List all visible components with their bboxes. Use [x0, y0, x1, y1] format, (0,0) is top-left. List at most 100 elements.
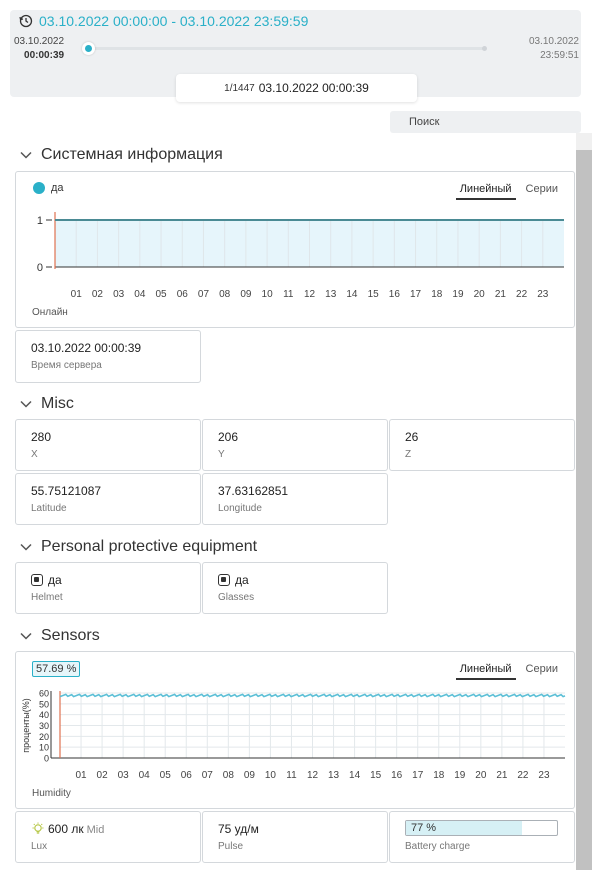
longitude-card: 37.63162851 Longitude	[202, 473, 388, 525]
helmet-status: да	[31, 573, 62, 587]
section-ppe[interactable]: Personal protective equipment	[19, 538, 257, 556]
x-tick-label: 14	[349, 770, 361, 781]
x-tick-label: 08	[223, 770, 235, 781]
x-tick-label: 02	[92, 289, 104, 300]
longitude-value: 37.63162851	[218, 484, 289, 498]
x-tick-label: 22	[516, 289, 528, 300]
x-tick-label: 18	[431, 289, 443, 300]
x-tick-label: 13	[328, 770, 340, 781]
timeline-slider-track[interactable]	[88, 47, 486, 50]
scrollbar-thumb[interactable]	[576, 150, 592, 870]
section-title: Sensors	[41, 627, 100, 644]
section-title: Misc	[41, 395, 74, 412]
x-tick-label: 17	[412, 770, 424, 781]
chevron-down-icon	[20, 151, 32, 159]
misc-y-card: 206 Y	[202, 419, 388, 471]
frame-counter: 1/1447	[224, 82, 255, 94]
lux-label: Lux	[31, 841, 48, 852]
checkbox-icon	[31, 574, 43, 586]
latitude-value: 55.75121087	[31, 484, 102, 498]
humidity-chart-plot: 605040302010001 02 03 04 05 06 07 08 09 10 11 12 13 1…	[21, 689, 566, 781]
x-tick-label: 10	[265, 770, 277, 781]
y-tick-label: 1	[37, 215, 43, 227]
server-time-value: 03.10.2022 00:00:39	[31, 341, 142, 355]
battery-value: 77 %	[411, 822, 437, 834]
misc-x-value: 280	[31, 430, 52, 444]
x-tick-label: 08	[219, 289, 231, 300]
chevron-down-icon	[20, 400, 32, 408]
section-sensors[interactable]: Sensors	[19, 627, 100, 645]
y-tick-label: 20	[39, 732, 49, 742]
battery-label: Battery charge	[405, 841, 471, 852]
y-tick-label: 0	[44, 754, 49, 764]
x-tick-label: 07	[202, 770, 214, 781]
x-tick-label: 03	[113, 289, 125, 300]
x-tick-label: 05	[155, 289, 167, 300]
lux-status: 600 лк Mid	[31, 822, 104, 836]
x-tick-label: 01	[75, 770, 87, 781]
glasses-card: да Glasses	[202, 562, 388, 614]
section-title: Системная информация	[41, 146, 223, 163]
misc-z-value: 26	[405, 430, 419, 444]
x-tick-label: 21	[495, 289, 507, 300]
timeline-slider-handle[interactable]	[82, 42, 95, 55]
section-system-info[interactable]: Системная информация	[19, 146, 223, 164]
range-start-time: 00:00:39	[24, 50, 65, 61]
misc-z-label: Z	[405, 449, 412, 460]
lux-card: 600 лк Mid Lux	[15, 811, 201, 863]
history-icon	[19, 14, 33, 28]
y-tick-label: 30	[39, 721, 49, 731]
y-tick-label: 10	[39, 743, 49, 753]
glasses-status: да	[218, 573, 249, 587]
x-tick-label: 09	[244, 770, 256, 781]
frame-timestamp: 03.10.2022 00:00:39	[258, 81, 369, 95]
range-end-label: 03.10.2022 23:59:51	[529, 35, 579, 63]
timeline-slider-end	[482, 46, 487, 51]
battery-card: 77 % Battery charge	[389, 811, 575, 863]
x-tick-label: 16	[391, 770, 403, 781]
x-tick-label: 11	[286, 770, 297, 781]
x-tick-label: 05	[160, 770, 172, 781]
x-tick-label: 14	[346, 289, 358, 300]
range-start-date: 03.10.2022	[14, 36, 65, 47]
x-tick-label: 12	[304, 289, 316, 300]
x-tick-label: 20	[475, 770, 487, 781]
x-tick-label: 06	[181, 770, 193, 781]
x-tick-label: 20	[474, 289, 486, 300]
range-end-date: 03.10.2022	[528, 36, 579, 47]
section-misc[interactable]: Misc	[19, 395, 74, 413]
x-tick-label: 15	[370, 770, 382, 781]
x-tick-label: 22	[517, 770, 529, 781]
time-range-text: 03.10.2022 00:00:00 - 03.10.2022 23:59:5…	[39, 13, 309, 29]
pulse-card: 75 уд/м Pulse	[202, 811, 388, 863]
y-tick-label: 60	[39, 689, 49, 699]
range-start-label: 03.10.2022 00:00:39	[14, 35, 64, 63]
x-tick-label: 10	[262, 289, 274, 300]
x-tick-label: 04	[134, 289, 146, 300]
misc-y-label: Y	[218, 449, 225, 460]
y-tick-label: 40	[39, 710, 49, 720]
misc-y-value: 206	[218, 430, 239, 444]
x-tick-label: 23	[537, 289, 549, 300]
pulse-value: 75 уд/м	[218, 822, 259, 836]
lightbulb-icon	[32, 822, 44, 834]
x-tick-label: 04	[139, 770, 151, 781]
online-chart-card: да Линейный Серии 01 02 03 04 05 06 07 08 09 10 11…	[15, 171, 575, 328]
x-tick-label: 16	[389, 289, 401, 300]
helmet-value: да	[48, 573, 62, 587]
x-tick-label: 03	[118, 770, 130, 781]
humidity-chart-card: 57.69 % Линейный Серии 60 50 40 30 20 10 0 01 02…	[15, 651, 575, 809]
x-tick-label: 19	[452, 289, 464, 300]
misc-x-label: X	[31, 449, 38, 460]
lux-level: Mid	[86, 824, 105, 836]
section-title: Personal protective equipment	[41, 538, 258, 555]
battery-bar: 77 %	[405, 820, 558, 836]
search-input[interactable]: Поиск	[390, 111, 581, 133]
y-tick-label: 0	[37, 262, 43, 274]
glasses-value: да	[235, 573, 249, 587]
online-chart-plot: 01 02 03 04 05 06 07 08 09 10 11 12 13 14 15 16 17 18 19 20…	[37, 212, 564, 300]
time-range-title[interactable]: 03.10.2022 00:00:00 - 03.10.2022 23:59:5…	[19, 13, 308, 29]
helmet-label: Helmet	[31, 592, 63, 603]
latitude-label: Latitude	[31, 503, 67, 514]
latitude-card: 55.75121087 Latitude	[15, 473, 201, 525]
